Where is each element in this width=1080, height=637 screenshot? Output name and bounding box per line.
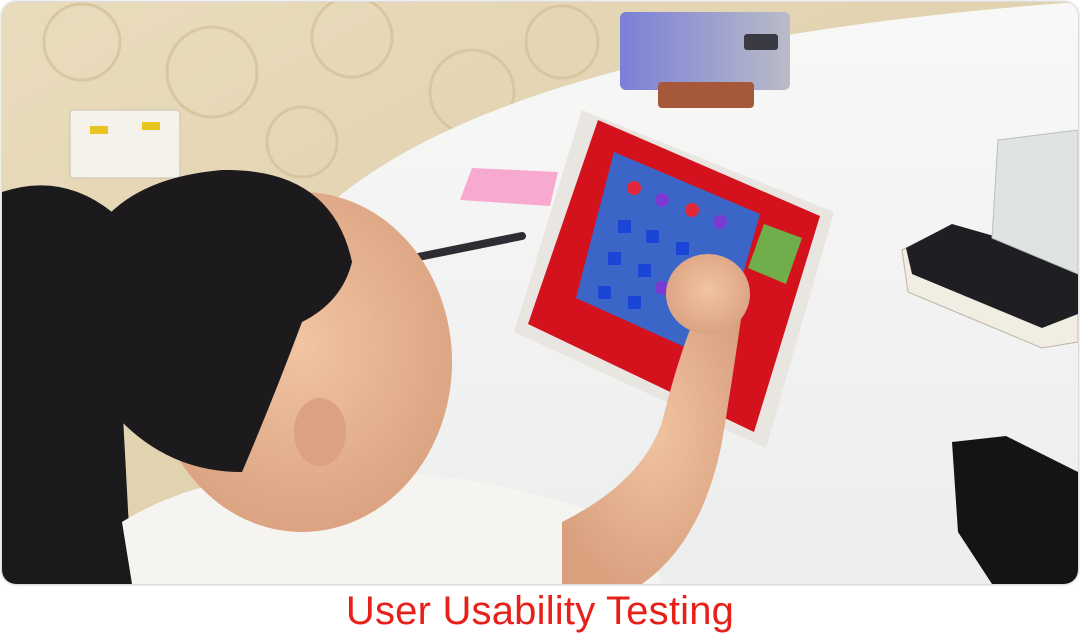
wall-socket (69, 109, 181, 179)
photo-frame (2, 2, 1078, 584)
sticky-note (460, 168, 558, 206)
usability-test-photo (2, 2, 1078, 584)
caption: User Usability Testing (345, 589, 735, 633)
